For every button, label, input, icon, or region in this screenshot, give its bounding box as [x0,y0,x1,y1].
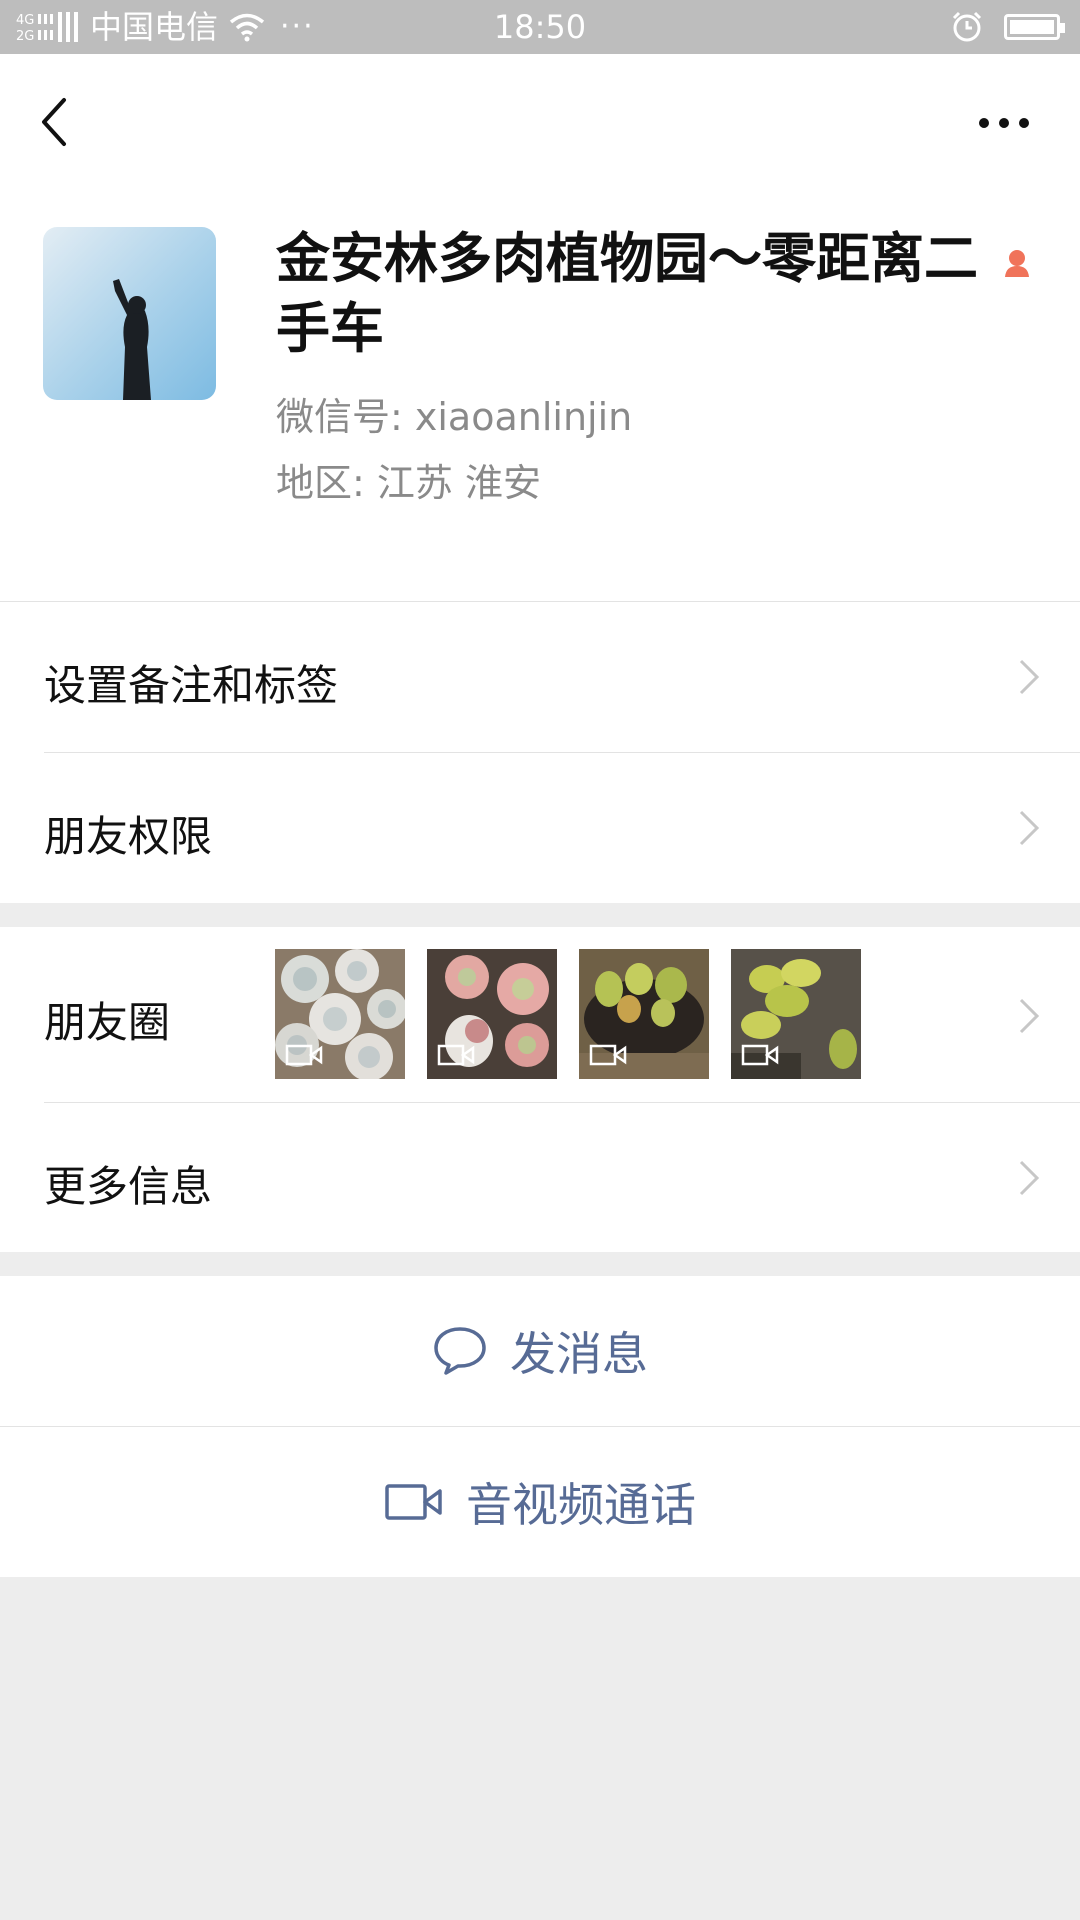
moments-group: 朋友圈 更多信息 [0,927,1080,1252]
video-camera-icon [385,1484,442,1520]
profile-name: 金安林多肉植物园～零距离二手车 [276,227,978,360]
chevron-right-icon [1019,810,1040,846]
moments-thumbnail[interactable] [731,949,861,1079]
settings-group: 设置备注和标签 朋友权限 [0,602,1080,903]
moments-label: 朋友圈 [44,998,171,1047]
chat-bubble-icon [434,1327,486,1375]
more-dots-icon[interactable] [978,116,1030,130]
moments-row[interactable]: 朋友圈 [0,927,1080,1102]
video-icon [741,1044,779,1066]
status-bar: 4G 2G 中国电信 ··· 18:50 [0,0,1080,54]
remark-tags-row[interactable]: 设置备注和标签 [0,602,1080,752]
profile-card: 金安林多肉植物园～零距离二手车 微信号: xiaoanlinjin 地区: 江苏… [0,184,1080,602]
send-message-label: 发消息 [510,1327,648,1381]
moments-thumbnail[interactable] [427,949,557,1079]
female-icon [1005,250,1029,277]
more-info-row[interactable]: 更多信息 [0,1103,1080,1252]
friend-permission-row[interactable]: 朋友权限 [0,753,1080,903]
clock: 18:50 [493,8,587,46]
chevron-right-icon [1019,998,1040,1034]
alarm-icon [952,11,982,42]
nav-bar [0,54,1080,184]
video-call-label: 音视频通话 [466,1478,696,1532]
video-icon [437,1044,475,1066]
more-info-label: 更多信息 [44,1162,213,1211]
video-icon [285,1044,323,1066]
back-chevron-icon[interactable] [34,94,74,150]
battery-icon [1004,14,1065,40]
friend-permission-label: 朋友权限 [44,812,213,861]
wechat-id: 微信号: xiaoanlinjin [276,395,633,439]
moments-thumbnail[interactable] [579,949,709,1079]
avatar[interactable] [43,227,216,400]
video-icon [589,1044,627,1066]
remark-tags-label: 设置备注和标签 [44,661,339,710]
chevron-right-icon [1019,659,1040,695]
send-message-button[interactable]: 发消息 [0,1276,1080,1426]
moments-thumbnail[interactable] [275,949,405,1079]
video-call-button[interactable]: 音视频通话 [0,1427,1080,1577]
region: 地区: 江苏 淮安 [276,461,541,505]
chevron-right-icon [1019,1160,1040,1196]
